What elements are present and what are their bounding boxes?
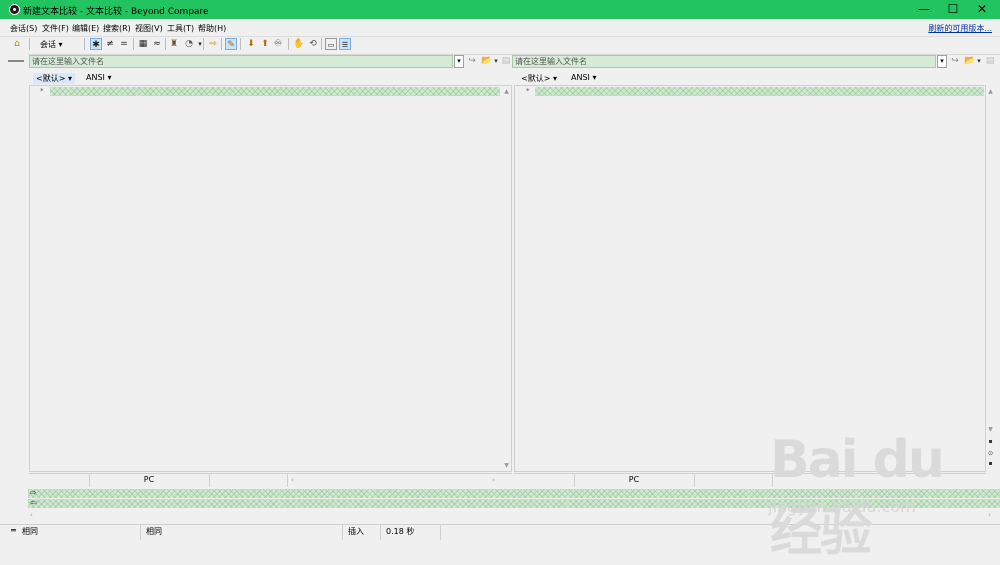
menu-help[interactable]: 帮助(H) bbox=[198, 23, 226, 34]
left-vscrollbar[interactable]: ▲ ▼ bbox=[502, 86, 511, 471]
left-recent-icon[interactable]: ↪ bbox=[466, 56, 478, 67]
status-divider bbox=[342, 525, 343, 540]
scroll-right-icon[interactable]: › bbox=[492, 476, 495, 484]
right-encoding-dropdown[interactable]: ANSI ▾ bbox=[571, 73, 596, 82]
next-diff-icon[interactable]: ⬆ bbox=[259, 38, 271, 50]
scroll-left-icon[interactable]: ‹ bbox=[30, 511, 33, 519]
format-icon[interactable]: ♜ bbox=[168, 38, 180, 50]
right-browse-icon[interactable]: 📂 bbox=[964, 56, 976, 67]
compact-icon[interactable]: ▭ bbox=[325, 38, 337, 50]
line-marker: * bbox=[526, 87, 530, 95]
left-browse-icon[interactable]: 📂 bbox=[481, 56, 493, 67]
prev-diff-icon[interactable]: ⬇ bbox=[245, 38, 257, 50]
all-icon[interactable]: ✱ bbox=[90, 38, 102, 50]
left-info-cell bbox=[209, 473, 288, 487]
toolbar-separator bbox=[203, 38, 204, 50]
toolbar-separator bbox=[165, 38, 166, 50]
find-icon[interactable]: ♾ bbox=[272, 38, 284, 50]
close-button[interactable]: ✕ bbox=[968, 0, 996, 19]
status-divider bbox=[380, 525, 381, 540]
left-path-dropdown[interactable]: ▾ bbox=[454, 55, 464, 68]
ignore-icon[interactable]: ≈ bbox=[151, 38, 163, 50]
watermark-url: jingyan.baidu.com bbox=[768, 497, 916, 516]
right-save-icon[interactable]: ▤ bbox=[984, 56, 996, 67]
session-label: 会话 bbox=[40, 40, 56, 49]
status-mode: 插入 bbox=[348, 527, 364, 536]
status-divider bbox=[440, 525, 441, 540]
right-info-cell bbox=[514, 473, 575, 487]
scroll-up-icon[interactable]: ▲ bbox=[986, 88, 995, 95]
edit-icon[interactable]: ✎ bbox=[225, 38, 237, 50]
toolbar-separator bbox=[321, 38, 322, 50]
menu-edit[interactable]: 编辑(E) bbox=[72, 23, 99, 34]
line-marker: * bbox=[40, 87, 44, 95]
left-encoding-label: ANSI bbox=[86, 73, 105, 82]
right-editor[interactable] bbox=[514, 85, 986, 472]
toolbar-separator bbox=[84, 38, 85, 50]
stop-icon[interactable]: ✋ bbox=[293, 38, 305, 50]
toolbar-separator bbox=[288, 38, 289, 50]
status-left-text: 相同 bbox=[22, 527, 38, 536]
right-strip-icon: ⇦ bbox=[30, 498, 37, 507]
right-format-label: <默认> bbox=[521, 74, 551, 83]
right-line-ending: PC bbox=[574, 473, 695, 487]
toolbar bbox=[0, 36, 1000, 55]
right-path-dropdown[interactable]: ▾ bbox=[937, 55, 947, 68]
toolbar-separator bbox=[29, 38, 30, 50]
right-path-input[interactable] bbox=[513, 56, 935, 67]
minimize-button[interactable]: — bbox=[910, 0, 938, 19]
menu-search[interactable]: 搜索(R) bbox=[103, 23, 131, 34]
left-line-ending: PC bbox=[89, 473, 210, 487]
menu-session[interactable]: 会话(S) bbox=[10, 23, 37, 34]
left-info-cell bbox=[29, 473, 90, 487]
chevron-down-icon[interactable]: ▾ bbox=[976, 56, 982, 67]
right-format-dropdown[interactable]: <默认> ▾ bbox=[521, 73, 557, 84]
equal-icon: ═ bbox=[11, 526, 16, 535]
chevron-down-icon[interactable]: ▾ bbox=[493, 56, 499, 67]
chevron-down-icon[interactable]: ▾ bbox=[194, 38, 206, 50]
rules-icon[interactable]: ▦ bbox=[137, 38, 149, 50]
menu-view[interactable]: 视图(V) bbox=[135, 23, 163, 34]
app-icon bbox=[9, 4, 20, 15]
menu-tools[interactable]: 工具(T) bbox=[167, 23, 194, 34]
left-save-icon[interactable]: ▤ bbox=[500, 56, 512, 67]
right-path-box[interactable] bbox=[512, 55, 936, 68]
scroll-up-icon[interactable]: ▲ bbox=[502, 88, 511, 95]
toolbar-separator bbox=[133, 38, 134, 50]
left-path-input[interactable] bbox=[30, 56, 452, 67]
scroll-down-icon[interactable]: ▼ bbox=[502, 462, 511, 469]
status-divider bbox=[140, 525, 141, 540]
left-format-label: <默认> bbox=[36, 74, 66, 83]
status-middle-text: 相同 bbox=[146, 527, 162, 536]
maximize-button[interactable]: ☐ bbox=[939, 0, 967, 19]
left-gutter bbox=[0, 54, 28, 488]
update-link[interactable]: 刷新的可用版本... bbox=[928, 23, 992, 34]
right-recent-icon[interactable]: ↪ bbox=[949, 56, 961, 67]
right-vscrollbar[interactable]: ▲ ▼ ▪ ⊙ ▪ bbox=[986, 86, 995, 471]
toolbar-separator bbox=[240, 38, 241, 50]
same-icon[interactable]: = bbox=[118, 38, 130, 50]
left-current-line bbox=[50, 87, 500, 96]
gutter-marker bbox=[8, 60, 24, 62]
diffs-icon[interactable]: ≠ bbox=[104, 38, 116, 50]
right-current-line bbox=[535, 87, 984, 96]
scroll-left-icon[interactable]: ‹ bbox=[291, 476, 294, 484]
right-encoding-label: ANSI bbox=[571, 73, 590, 82]
left-format-dropdown[interactable]: <默认> ▾ bbox=[33, 73, 75, 84]
left-editor[interactable] bbox=[29, 85, 512, 472]
menu-file[interactable]: 文件(F) bbox=[42, 23, 69, 34]
status-time: 0.18 秒 bbox=[386, 527, 415, 536]
session-dropdown[interactable]: 会话 ▾ bbox=[40, 39, 63, 50]
right-info-cell bbox=[694, 473, 773, 487]
reload-icon[interactable]: ⟲ bbox=[307, 38, 319, 50]
swap-icon[interactable]: ⇨ bbox=[207, 38, 219, 50]
toolbar-separator bbox=[221, 38, 222, 50]
details-icon[interactable]: ☰ bbox=[339, 38, 351, 50]
left-strip-icon: ⇨ bbox=[30, 488, 37, 497]
window-title: 新建文本比较 - 文本比较 - Beyond Compare bbox=[23, 7, 209, 17]
home-icon[interactable]: ⌂ bbox=[11, 38, 23, 50]
left-path-box[interactable] bbox=[29, 55, 453, 68]
left-encoding-dropdown[interactable]: ANSI ▾ bbox=[86, 73, 111, 82]
